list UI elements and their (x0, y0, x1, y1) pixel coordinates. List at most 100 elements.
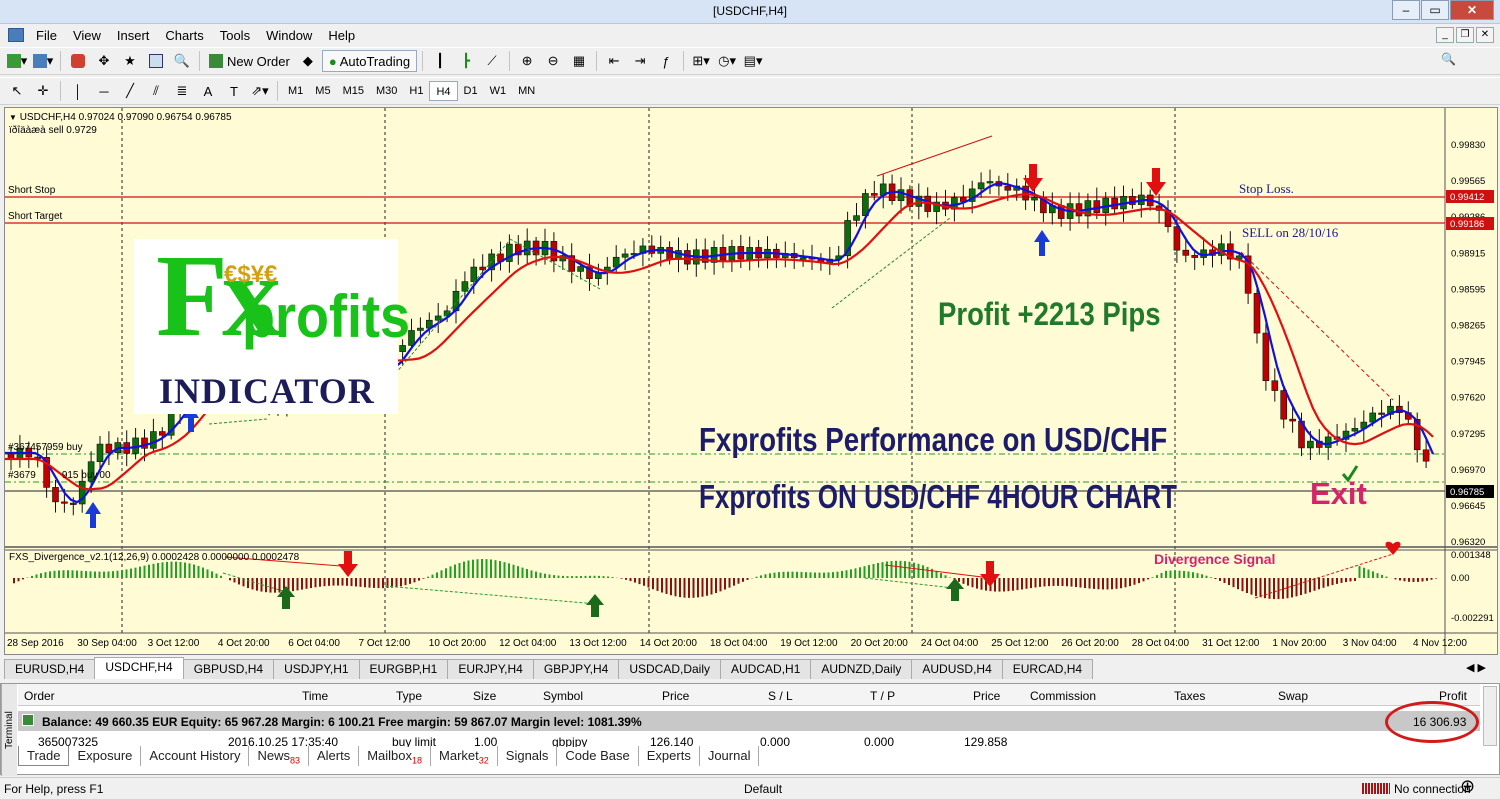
col-type[interactable]: Type (396, 689, 422, 703)
menu-tools[interactable]: Tools (212, 28, 258, 43)
chart-window[interactable]: 0.998300.995650.992860.989150.985950.982… (4, 107, 1498, 655)
menu-help[interactable]: Help (320, 28, 363, 43)
tab-account-history[interactable]: Account History (141, 746, 250, 766)
mdi-close-button[interactable]: ✕ (1476, 27, 1494, 43)
indicators-icon[interactable]: ƒ (654, 50, 678, 72)
chart-tab-usdchf[interactable]: USDCHF,H4 (94, 657, 184, 679)
tab-journal[interactable]: Journal (700, 746, 760, 766)
data-window-icon[interactable]: ★ (118, 50, 142, 72)
fibonacci-icon[interactable]: ≣ (170, 80, 194, 102)
tf-w1[interactable]: W1 (484, 81, 513, 101)
tab-code-base[interactable]: Code Base (557, 746, 639, 766)
balance-row[interactable]: Balance: 49 660.35 EUR Equity: 65 967.28… (18, 711, 1480, 731)
tab-experts[interactable]: Experts (639, 746, 700, 766)
mdi-minimize-button[interactable]: _ (1436, 27, 1454, 43)
tile-windows-icon[interactable]: ▦ (567, 50, 591, 72)
equidistant-channel-icon[interactable]: ⫽ (144, 80, 168, 102)
chart-shift-icon[interactable]: ⇥ (628, 50, 652, 72)
tab-market[interactable]: Market32 (431, 746, 498, 766)
chart-tab-eurjpy[interactable]: EURJPY,H4 (447, 659, 534, 679)
zoom-icon[interactable]: ⊕ (1460, 776, 1475, 797)
profiles-icon[interactable]: ▾ (31, 50, 55, 72)
maximize-button[interactable]: ▭ (1421, 0, 1449, 20)
tf-h1[interactable]: H1 (403, 81, 429, 101)
standard-toolbar: ▾ ▾ ✥ ★ 🔍 New Order ◆ ● AutoTrading ┃ ┣ ⟋… (0, 47, 1500, 75)
histogram-bar-159 (728, 578, 731, 588)
chart-templates-icon[interactable]: ▤▾ (741, 50, 765, 72)
col-price[interactable]: Price (662, 689, 689, 703)
tf-m15[interactable]: M15 (337, 81, 370, 101)
navigator-icon[interactable]: ✥ (92, 50, 116, 72)
terminal-scrollbar[interactable] (1483, 686, 1497, 746)
menu-file[interactable]: File (28, 28, 65, 43)
tab-trade[interactable]: Trade (18, 746, 70, 766)
text-icon[interactable]: A (196, 80, 220, 102)
zoom-in-icon[interactable]: ⊕ (515, 50, 539, 72)
autotrading-button[interactable]: ● AutoTrading (321, 50, 418, 72)
bar-chart-icon[interactable]: ┃ (428, 50, 452, 72)
trendline-icon[interactable]: ╱ (118, 80, 142, 102)
col-commission[interactable]: Commission (1030, 689, 1096, 703)
col-symbol[interactable]: Symbol (543, 689, 583, 703)
chart-tab-audnzd[interactable]: AUDNZD,Daily (810, 659, 913, 679)
templates-icon[interactable]: ⊞▾ (689, 50, 713, 72)
chart-tab-eurcad[interactable]: EURCAD,H4 (1001, 659, 1094, 679)
tab-signals[interactable]: Signals (498, 746, 558, 766)
col-swap[interactable]: Swap (1278, 689, 1308, 703)
menu-view[interactable]: View (65, 28, 109, 43)
tab-mailbox[interactable]: Mailbox18 (359, 746, 432, 766)
chart-tab-audusd[interactable]: AUDUSD,H4 (911, 659, 1003, 679)
menu-insert[interactable]: Insert (109, 28, 158, 43)
tab-exposure[interactable]: Exposure (69, 746, 142, 766)
tab-alerts[interactable]: Alerts (309, 746, 360, 766)
tf-h4[interactable]: H4 (429, 81, 458, 101)
close-button[interactable]: ✕ (1450, 0, 1494, 20)
tabs-scroll-icon[interactable]: ◀ ▶ (1466, 661, 1486, 674)
minimize-button[interactable]: – (1392, 0, 1420, 20)
new-chart-icon[interactable]: ▾ (5, 50, 29, 72)
histogram-bar-303 (1376, 573, 1379, 578)
arrows-icon[interactable]: ⇗▾ (248, 80, 272, 102)
col-size[interactable]: Size (473, 689, 496, 703)
col-price2[interactable]: Price (973, 689, 1000, 703)
chart-tab-usdjpy[interactable]: USDJPY,H1 (273, 659, 360, 679)
candlestick-icon[interactable]: ┣ (454, 50, 478, 72)
horizontal-line-icon[interactable]: ─ (92, 80, 116, 102)
col-tp[interactable]: T / P (870, 689, 895, 703)
cursor-icon[interactable]: ↖ (5, 80, 29, 102)
market-watch-icon[interactable] (66, 50, 90, 72)
candle-body-114 (1022, 185, 1029, 201)
periods-icon[interactable]: ◷▾ (715, 50, 739, 72)
chart-tab-usdcad[interactable]: USDCAD,Daily (618, 659, 722, 679)
tf-m5[interactable]: M5 (309, 81, 336, 101)
tab-news[interactable]: News83 (249, 746, 309, 766)
vertical-line-icon[interactable]: │ (66, 80, 90, 102)
line-chart-icon[interactable]: ⟋ (480, 50, 504, 72)
search-icon[interactable]: 🔍 (1441, 52, 1456, 66)
app-icon[interactable] (8, 28, 24, 42)
zoom-out-icon[interactable]: ⊖ (541, 50, 565, 72)
col-time[interactable]: Time (302, 689, 328, 703)
text-label-icon[interactable]: T (222, 80, 246, 102)
auto-scroll-icon[interactable]: ⇤ (602, 50, 626, 72)
tf-m30[interactable]: M30 (370, 81, 403, 101)
metaeditor-icon[interactable]: ◆ (296, 50, 320, 72)
chart-tab-audcad[interactable]: AUDCAD,H1 (720, 659, 812, 679)
menu-window[interactable]: Window (258, 28, 320, 43)
col-sl[interactable]: S / L (768, 689, 793, 703)
chart-tab-gbpjpy[interactable]: GBPJPY,H4 (532, 659, 620, 679)
terminal-icon[interactable] (144, 50, 168, 72)
col-order[interactable]: Order (24, 689, 55, 703)
mdi-restore-button[interactable]: ❐ (1456, 27, 1474, 43)
col-taxes[interactable]: Taxes (1174, 689, 1205, 703)
chart-tab-eurusd[interactable]: EURUSD,H4 (4, 659, 96, 679)
chart-tab-gbpusd[interactable]: GBPUSD,H4 (182, 659, 275, 679)
tf-m1[interactable]: M1 (282, 81, 309, 101)
tf-mn[interactable]: MN (512, 81, 541, 101)
menu-charts[interactable]: Charts (157, 28, 211, 43)
crosshair-icon[interactable]: ✛ (31, 80, 55, 102)
new-order-button[interactable]: New Order (205, 50, 294, 72)
tf-d1[interactable]: D1 (458, 81, 484, 101)
strategy-tester-icon[interactable]: 🔍 (170, 50, 194, 72)
chart-tab-eurgbp[interactable]: EURGBP,H1 (358, 659, 449, 679)
